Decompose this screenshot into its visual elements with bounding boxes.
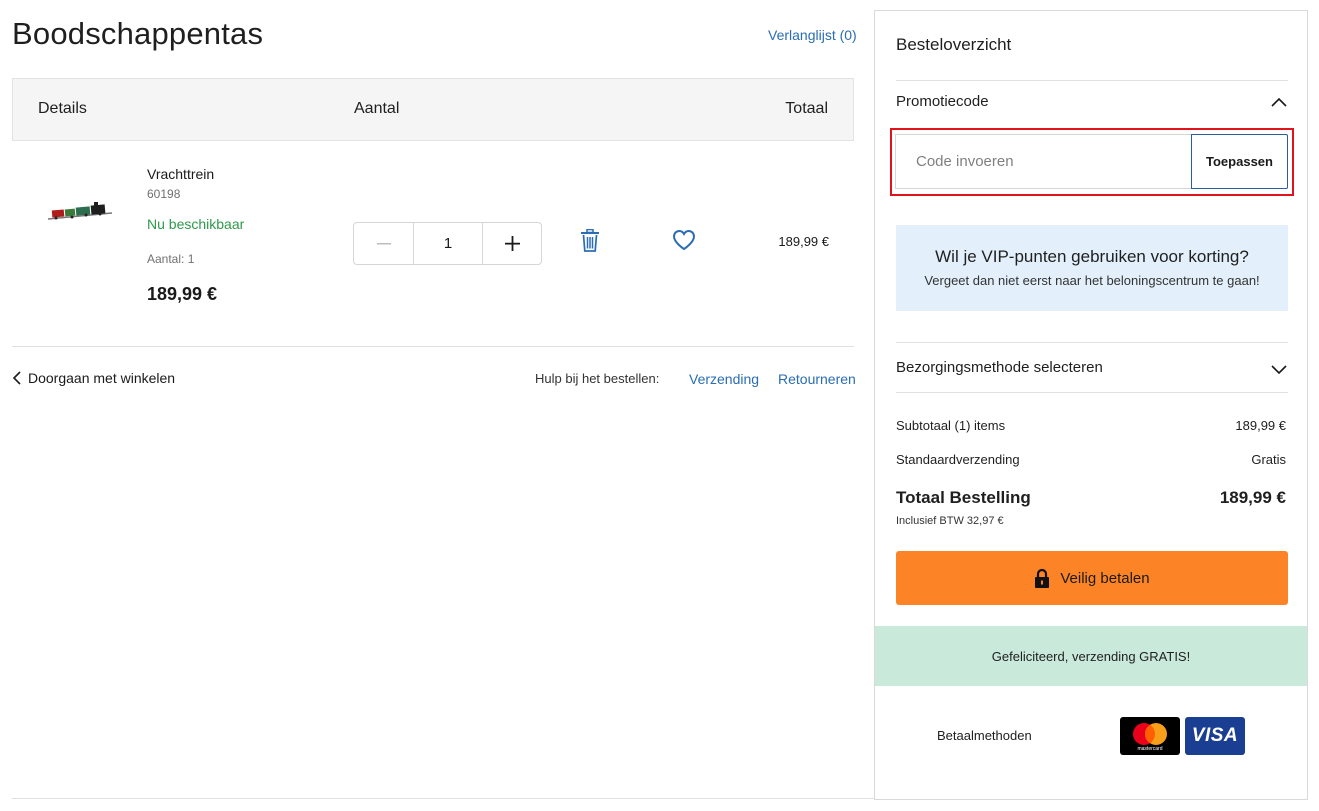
order-summary-panel: Besteloverzicht Promotiecode Toepassen W… [874,10,1308,800]
product-quantity-label: Aantal: 1 [147,252,195,266]
subtotal-label: Subtotaal (1) items [896,418,1006,433]
wishlist-link[interactable]: Verlanglijst (0) [768,27,857,43]
quantity-value[interactable]: 1 [414,223,482,264]
availability-status: Nu beschikbaar [147,216,245,232]
divider [896,392,1288,393]
visa-text: VISA [1191,725,1239,746]
continue-shopping-link[interactable]: Doorgaan met winkelen [12,370,175,386]
vip-points-subtitle: Vergeet dan niet eerst naar het beloning… [924,273,1260,288]
product-sku: 60198 [147,187,181,201]
chevron-left-icon [12,371,21,385]
shipping-label: Standaardverzending [896,452,1020,467]
shipping-help-link[interactable]: Verzending [689,371,759,387]
vat-note: Inclusief BTW 32,97 € [896,515,1004,527]
header-total: Totaal [785,100,828,117]
divider [896,80,1288,81]
vip-points-title: Wil je VIP-punten gebruiken voor korting… [935,247,1249,266]
page-title: Boodschappentas [12,16,264,51]
bottom-divider [12,798,874,799]
promo-code-toggle[interactable]: Promotiecode [896,93,989,110]
divider [12,346,854,347]
mastercard-logo: mastercard [1120,717,1180,755]
free-shipping-banner: Gefeliciteerd, verzending GRATIS! [875,626,1307,686]
promo-code-input[interactable] [895,134,1191,189]
cart-table-header: Details Aantal Totaal [12,78,854,141]
vip-points-banner[interactable]: Wil je VIP-punten gebruiken voor korting… [896,225,1288,311]
heart-icon[interactable] [672,229,696,251]
visa-logo: VISA [1185,717,1245,755]
payment-methods-label: Betaalmethoden [937,728,1032,743]
increase-quantity-button[interactable] [482,223,541,264]
order-total-value: 189,99 € [1219,488,1286,507]
product-name[interactable]: Vrachttrein [147,166,214,182]
chevron-down-icon[interactable] [1271,363,1287,375]
lock-icon [1035,568,1050,588]
subtotal-value: 189,99 € [1235,418,1286,433]
returns-help-link[interactable]: Retourneren [778,371,856,387]
shipping-value: Gratis [1251,452,1286,467]
mastercard-text: mastercard [1137,746,1163,752]
order-total-label: Totaal Bestelling [896,488,1031,507]
minus-icon [376,242,391,244]
divider [896,342,1288,343]
continue-shopping-label: Doorgaan met winkelen [28,370,176,386]
apply-promo-button[interactable]: Toepassen [1191,134,1288,189]
product-price: 189,99 € [147,284,218,304]
product-image[interactable] [46,200,114,228]
quantity-stepper: 1 [353,222,542,265]
line-total: 189,99 € [778,234,829,249]
chevron-up-icon[interactable] [1271,96,1287,108]
order-summary-title: Besteloverzicht [896,35,1012,54]
header-quantity: Aantal [354,100,400,117]
secure-checkout-label: Veilig betalen [1060,569,1150,587]
header-details: Details [38,100,87,117]
trash-icon[interactable] [580,229,600,253]
delivery-method-toggle[interactable]: Bezorgingsmethode selecteren [896,359,1103,376]
plus-icon [504,236,520,251]
decrease-quantity-button[interactable] [354,223,414,264]
secure-checkout-button[interactable]: Veilig betalen [896,551,1288,605]
order-help-label: Hulp bij het bestellen: [535,371,660,386]
